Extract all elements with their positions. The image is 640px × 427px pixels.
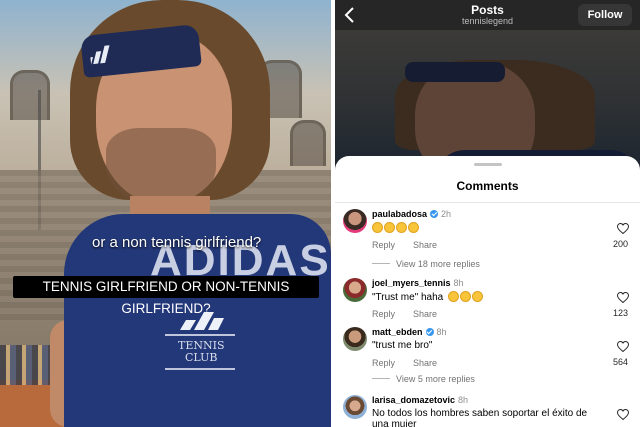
post-background (335, 30, 640, 190)
caption-question: or a non tennis girlfriend? (92, 234, 262, 251)
screenshot-frame: ADIDAS TENNIS CLUB or a non tennis girlf… (0, 0, 640, 427)
caption-main: TENNIS GIRLFRIEND OR NON-TENNIS GIRLFRIE… (13, 276, 319, 316)
sheet-grabber[interactable] (474, 163, 502, 166)
comment-header: joel_myers_tennis 8h (372, 278, 464, 288)
comment-actions: Reply Share (372, 240, 455, 250)
comment-text: "trust me bro" (372, 340, 433, 351)
comment-time: 8h (458, 395, 469, 405)
heart-outline-icon[interactable] (617, 341, 629, 352)
comment-text (372, 222, 594, 234)
arena-arch (290, 120, 326, 166)
shirt-club-line2: CLUB (185, 351, 218, 364)
sheet-title: Comments (456, 179, 519, 193)
comment-header: paulabadosa 2h (372, 209, 451, 219)
like-count: 564 (612, 357, 628, 367)
avatar[interactable] (343, 209, 367, 233)
avatar[interactable] (343, 278, 367, 302)
heart-outline-icon[interactable] (617, 409, 629, 420)
comment-text-line1: No todos los hombres saben soportar el é… (372, 408, 588, 419)
laughing-emoji-icon (471, 291, 483, 302)
comment-text: "Trust me" haha (372, 291, 594, 303)
comment-time: 2h (441, 209, 452, 219)
comment-text-line2: una mujer (372, 419, 417, 427)
comment-time: 8h (436, 327, 447, 337)
comment-text-content: "Trust me" haha (372, 292, 444, 303)
comment-text: No todos los hombres saben soportar el é… (372, 408, 594, 427)
comment-username[interactable]: matt_ebden (372, 327, 423, 337)
comment-time: 8h (453, 278, 464, 288)
arena-arch (10, 70, 50, 120)
top-bar: Posts tennislegend Follow (335, 0, 640, 30)
instagram-screen: Posts tennislegend Follow Comments paula… (335, 0, 640, 427)
comment-username[interactable]: larisa_domazetovic (372, 395, 455, 405)
comment-actions: Reply Share (372, 309, 455, 319)
adidas-logo-icon (89, 45, 110, 65)
view-more-replies-link[interactable]: View 5 more replies (372, 374, 475, 384)
share-button[interactable]: Share (413, 358, 437, 368)
shirt-line (165, 334, 235, 336)
laughing-emoji-icon (372, 222, 383, 233)
laughing-emoji-icon (396, 222, 407, 233)
heart-outline-icon[interactable] (617, 292, 629, 303)
post-headband (405, 62, 505, 82)
reply-button[interactable]: Reply (372, 240, 395, 250)
share-button[interactable]: Share (413, 309, 437, 319)
reply-button[interactable]: Reply (372, 358, 395, 368)
view-more-replies-link[interactable]: View 18 more replies (372, 259, 480, 269)
comments-sheet: Comments paulabadosa 2h Reply Share 200 V (335, 156, 640, 427)
sheet-divider (335, 202, 640, 203)
comment-actions: Reply Share (372, 358, 455, 368)
verified-badge-icon (425, 328, 434, 336)
laughing-emoji-icon (447, 291, 459, 302)
like-count: 123 (612, 308, 628, 318)
reply-button[interactable]: Reply (372, 309, 395, 319)
avatar[interactable] (343, 327, 367, 351)
shirt-line (165, 368, 235, 370)
comment-username[interactable]: paulabadosa (372, 209, 427, 219)
laughing-emoji-icon (408, 222, 419, 233)
video-still: ADIDAS TENNIS CLUB or a non tennis girlf… (0, 0, 331, 427)
comment-username[interactable]: joel_myers_tennis (372, 278, 451, 288)
shirt-club-text: TENNIS CLUB (178, 340, 225, 364)
comment-header: matt_ebden 8h (372, 327, 447, 337)
player-beard (106, 128, 216, 206)
comment-header: larisa_domazetovic 8h (372, 395, 468, 405)
share-button[interactable]: Share (413, 240, 437, 250)
like-count: 200 (612, 239, 628, 249)
laughing-emoji-icon (384, 222, 395, 233)
heart-outline-icon[interactable] (617, 223, 629, 234)
avatar[interactable] (343, 395, 367, 419)
laughing-emoji-icon (459, 291, 471, 302)
follow-button[interactable]: Follow (578, 4, 632, 26)
verified-badge-icon (430, 210, 439, 218)
